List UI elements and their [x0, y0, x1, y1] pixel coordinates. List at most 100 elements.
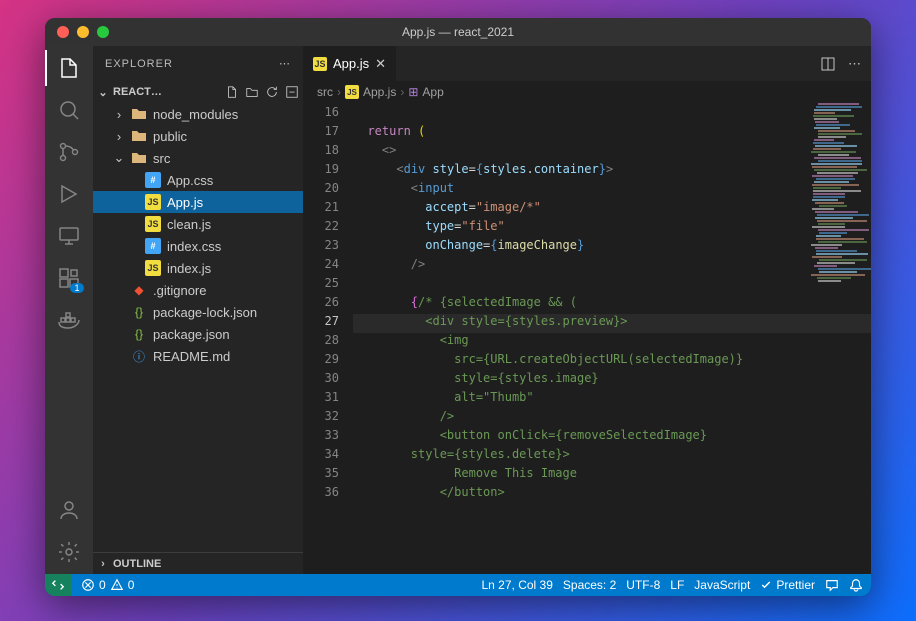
file-tree: › node_modules › public ⌄ src # App.css JS App.js…	[93, 103, 303, 552]
css-file-icon: #	[145, 172, 161, 188]
window-controls	[57, 26, 109, 38]
tree-item-package-lock-json[interactable]: {} package-lock.json	[93, 301, 303, 323]
tree-item-readme-md[interactable]: ⓘREADME.md	[93, 345, 303, 367]
close-tab-icon[interactable]: ✕	[375, 56, 386, 72]
tree-item-label: index.js	[167, 261, 211, 276]
js-file-icon: JS	[145, 260, 161, 276]
cursor-position[interactable]: Ln 27, Col 39	[482, 578, 553, 592]
minimize-window-button[interactable]	[77, 26, 89, 38]
feedback-icon[interactable]	[825, 578, 839, 592]
sidebar-title: EXPLORER	[105, 58, 173, 70]
chevron-down-icon: ⌄	[97, 86, 109, 99]
tree-item-src[interactable]: ⌄ src	[93, 147, 303, 169]
remote-explorer-icon[interactable]	[57, 224, 81, 248]
chevron-icon: ›	[113, 107, 125, 122]
tree-item-label: package-lock.json	[153, 305, 257, 320]
activity-bar: 1	[45, 46, 93, 574]
project-header[interactable]: ⌄ REACT…	[93, 81, 303, 103]
tree-item-label: .gitignore	[153, 283, 206, 298]
tree-item-app-js[interactable]: JS App.js	[93, 191, 303, 213]
refresh-icon[interactable]	[265, 85, 279, 99]
search-icon[interactable]	[57, 98, 81, 122]
minimap[interactable]	[811, 103, 871, 574]
folder-icon	[131, 150, 147, 166]
folder-icon	[131, 106, 147, 122]
tree-item-label: clean.js	[167, 217, 211, 232]
js-file-icon: JS	[313, 57, 327, 71]
sidebar-header: EXPLORER ⋯	[93, 46, 303, 81]
outline-label: OUTLINE	[113, 558, 161, 570]
tree-item-label: package.json	[153, 327, 230, 342]
error-count: 0	[99, 578, 106, 592]
sidebar: EXPLORER ⋯ ⌄ REACT… › node_modules › public…	[93, 46, 303, 574]
tree-item-public[interactable]: › public	[93, 125, 303, 147]
tab-app-js[interactable]: JS App.js ✕	[303, 46, 397, 81]
js-file-icon: JS	[345, 85, 359, 99]
tree-item-node-modules[interactable]: › node_modules	[93, 103, 303, 125]
extensions-icon[interactable]: 1	[57, 266, 81, 290]
accounts-icon[interactable]	[57, 498, 81, 522]
vscode-window: App.js — react_2021 1	[45, 18, 871, 596]
folder-icon	[131, 128, 147, 144]
close-window-button[interactable]	[57, 26, 69, 38]
main-area: 1 EXPLORER ⋯ ⌄ REACT…	[45, 46, 871, 574]
problems-status[interactable]: 0 0	[81, 578, 134, 592]
chevron-icon: ⌄	[113, 150, 125, 166]
css-file-icon: #	[145, 238, 161, 254]
tree-item-label: node_modules	[153, 107, 238, 122]
tree-item-label: App.js	[167, 195, 203, 210]
eol-status[interactable]: LF	[670, 578, 684, 592]
language-status[interactable]: JavaScript	[694, 578, 750, 592]
breadcrumb-segment[interactable]: App.js	[363, 85, 396, 99]
editor-area: JS App.js ✕ ⋯ src›JSApp.js›⊞App 16171819…	[303, 46, 871, 574]
remote-indicator[interactable]	[45, 574, 71, 596]
breadcrumb-segment[interactable]: src	[317, 85, 333, 99]
editor-more-icon[interactable]: ⋯	[848, 56, 861, 72]
symbol-icon: ⊞	[408, 85, 418, 99]
source-control-icon[interactable]	[57, 140, 81, 164]
tree-item--gitignore[interactable]: ◆ .gitignore	[93, 279, 303, 301]
json-file-icon: {}	[131, 326, 147, 342]
tab-bar: JS App.js ✕ ⋯	[303, 46, 871, 81]
tree-item-index-css[interactable]: # index.css	[93, 235, 303, 257]
explorer-icon[interactable]	[57, 56, 81, 80]
json-file-icon: {}	[131, 304, 147, 320]
split-editor-icon[interactable]	[820, 56, 836, 72]
zoom-window-button[interactable]	[97, 26, 109, 38]
code-content[interactable]: return ( <> <div style={styles.container…	[353, 103, 871, 574]
tree-item-label: index.css	[167, 239, 221, 254]
chevron-icon: ›	[113, 129, 125, 144]
project-name: REACT…	[113, 86, 221, 98]
warning-count: 0	[128, 578, 135, 592]
tree-item-label: src	[153, 151, 170, 166]
collapse-icon[interactable]	[285, 85, 299, 99]
extensions-badge: 1	[70, 283, 84, 293]
new-file-icon[interactable]	[225, 85, 239, 99]
indentation-status[interactable]: Spaces: 2	[563, 578, 616, 592]
tree-item-clean-js[interactable]: JSclean.js	[93, 213, 303, 235]
tree-item-label: public	[153, 129, 187, 144]
status-bar: 0 0 Ln 27, Col 39 Spaces: 2 UTF-8 LF Jav…	[45, 574, 871, 596]
sidebar-more-icon[interactable]: ⋯	[279, 57, 291, 70]
run-debug-icon[interactable]	[57, 182, 81, 206]
breadcrumb[interactable]: src›JSApp.js›⊞App	[303, 81, 871, 103]
tree-item-label: App.css	[167, 173, 213, 188]
outline-section[interactable]: › OUTLINE	[93, 552, 303, 574]
tab-label: App.js	[333, 56, 369, 71]
code-editor[interactable]: 1617181920212223242526272829303132333435…	[303, 103, 871, 574]
git-file-icon: ◆	[131, 282, 147, 298]
settings-icon[interactable]	[57, 540, 81, 564]
encoding-status[interactable]: UTF-8	[626, 578, 660, 592]
tree-item-app-css[interactable]: # App.css	[93, 169, 303, 191]
tree-item-label: README.md	[153, 349, 230, 364]
tree-item-package-json[interactable]: {} package.json	[93, 323, 303, 345]
notifications-icon[interactable]	[849, 578, 863, 592]
breadcrumb-segment[interactable]: App	[422, 85, 443, 99]
new-folder-icon[interactable]	[245, 85, 259, 99]
js-file-icon: JS	[145, 194, 161, 210]
line-gutter: 1617181920212223242526272829303132333435…	[303, 103, 353, 574]
window-title: App.js — react_2021	[45, 25, 871, 39]
docker-icon[interactable]	[57, 308, 81, 332]
tree-item-index-js[interactable]: JS index.js	[93, 257, 303, 279]
formatter-status[interactable]: Prettier	[760, 578, 815, 592]
